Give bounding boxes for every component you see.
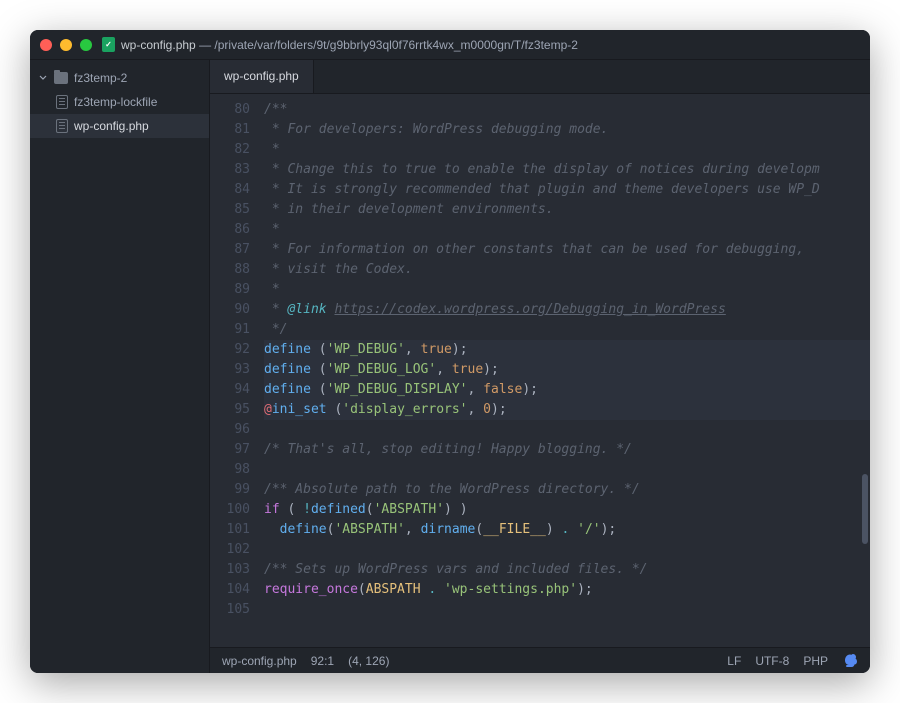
tree-item-lockfile[interactable]: fz3temp-lockfile: [30, 90, 209, 114]
code-line[interactable]: * Change this to true to enable the disp…: [264, 160, 870, 180]
line-number-gutter: 8081828384858687888990919293949596979899…: [210, 94, 264, 647]
chevron-down-icon: [38, 73, 48, 83]
editor-body: fz3temp-2 fz3temp-lockfile wp-config.php…: [30, 60, 870, 673]
code-line[interactable]: * visit the Codex.: [264, 260, 870, 280]
window-title-path: — /private/var/folders/9t/g9bbrly93ql0f7…: [199, 38, 578, 52]
tab-label: wp-config.php: [224, 69, 299, 83]
window-title-file: wp-config.php: [121, 38, 196, 52]
code-line[interactable]: [264, 420, 870, 440]
code-line[interactable]: define ('WP_DEBUG', true);: [264, 340, 870, 360]
code-line[interactable]: *: [264, 280, 870, 300]
code-line[interactable]: @ini_set ('display_errors', 0);: [264, 400, 870, 420]
code-line[interactable]: define ('WP_DEBUG_LOG', true);: [264, 360, 870, 380]
tree-item-label: fz3temp-lockfile: [74, 95, 157, 109]
folder-icon: [54, 72, 68, 84]
status-language[interactable]: PHP: [803, 654, 828, 668]
status-bar[interactable]: wp-config.php 92:1 (4, 126) LF UTF-8 PHP: [210, 647, 870, 673]
code-line[interactable]: /** Sets up WordPress vars and included …: [264, 560, 870, 580]
code-line[interactable]: define('ABSPATH', dirname(__FILE__) . '/…: [264, 520, 870, 540]
code-line[interactable]: * in their development environments.: [264, 200, 870, 220]
window-controls: [40, 39, 92, 51]
status-cursor[interactable]: 92:1: [311, 654, 334, 668]
status-selection[interactable]: (4, 126): [348, 654, 389, 668]
tab-bar[interactable]: wp-config.php: [210, 60, 870, 94]
code-content[interactable]: /** * For developers: WordPress debuggin…: [264, 94, 870, 647]
scrollbar-thumb[interactable]: [862, 474, 868, 544]
status-encoding[interactable]: UTF-8: [755, 654, 789, 668]
window-title: wp-config.php — /private/var/folders/9t/…: [121, 38, 860, 52]
tree-root[interactable]: fz3temp-2: [30, 66, 209, 90]
titlebar[interactable]: ✓ wp-config.php — /private/var/folders/9…: [30, 30, 870, 60]
close-icon[interactable]: [40, 39, 52, 51]
tab-wpconfig[interactable]: wp-config.php: [210, 60, 314, 93]
code-line[interactable]: */: [264, 320, 870, 340]
code-line[interactable]: require_once(ABSPATH . 'wp-settings.php'…: [264, 580, 870, 600]
code-line[interactable]: *: [264, 140, 870, 160]
code-line[interactable]: /* That's all, stop editing! Happy blogg…: [264, 440, 870, 460]
code-line[interactable]: if ( !defined('ABSPATH') ): [264, 500, 870, 520]
code-line[interactable]: * For information on other constants tha…: [264, 240, 870, 260]
code-line[interactable]: [264, 600, 870, 620]
tree-root-label: fz3temp-2: [74, 71, 127, 85]
code-line[interactable]: [264, 540, 870, 560]
code-line[interactable]: /** Absolute path to the WordPress direc…: [264, 480, 870, 500]
file-icon: [56, 95, 68, 109]
file-icon: [56, 119, 68, 133]
code-line[interactable]: * For developers: WordPress debugging mo…: [264, 120, 870, 140]
php-file-icon: ✓: [102, 37, 115, 52]
code-line[interactable]: /**: [264, 100, 870, 120]
status-file[interactable]: wp-config.php: [222, 654, 297, 668]
tree-item-label: wp-config.php: [74, 119, 149, 133]
tree-item-wpconfig[interactable]: wp-config.php: [30, 114, 209, 138]
code-line[interactable]: *: [264, 220, 870, 240]
main-pane: wp-config.php 80818283848586878889909192…: [210, 60, 870, 673]
squirrel-icon[interactable]: [842, 653, 858, 669]
code-line[interactable]: * @link https://codex.wordpress.org/Debu…: [264, 300, 870, 320]
code-editor[interactable]: 8081828384858687888990919293949596979899…: [210, 94, 870, 647]
maximize-icon[interactable]: [80, 39, 92, 51]
code-line[interactable]: define ('WP_DEBUG_DISPLAY', false);: [264, 380, 870, 400]
code-line[interactable]: [264, 460, 870, 480]
minimize-icon[interactable]: [60, 39, 72, 51]
file-tree[interactable]: fz3temp-2 fz3temp-lockfile wp-config.php: [30, 60, 210, 673]
editor-window: ✓ wp-config.php — /private/var/folders/9…: [30, 30, 870, 673]
status-eol[interactable]: LF: [727, 654, 741, 668]
code-line[interactable]: * It is strongly recommended that plugin…: [264, 180, 870, 200]
